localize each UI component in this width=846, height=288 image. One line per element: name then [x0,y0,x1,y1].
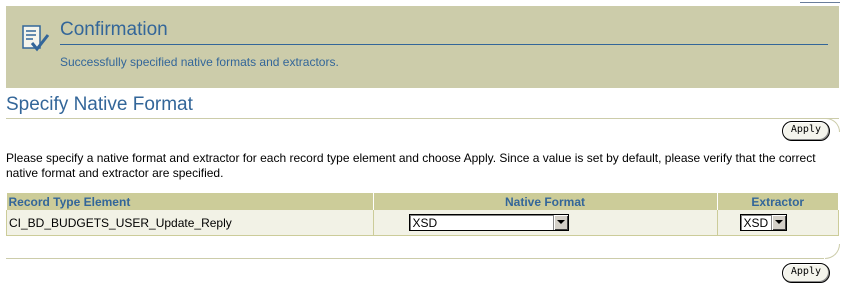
footer-divider-corner [825,244,840,259]
column-header-native-format: Native Format [373,193,718,210]
instructions-text: Please specify a native format and extra… [6,151,816,180]
table-row: CI_BD_BUDGETS_USER_Update_Reply XSD XSD [6,210,839,236]
apply-button-top[interactable]: Apply [781,121,830,141]
table-header-row: Record Type Element Native Format Extrac… [6,193,839,210]
apply-button-bottom[interactable]: Apply [781,263,830,283]
page-title: Specify Native Format [6,94,193,115]
section-divider [6,118,839,119]
top-link-underline [800,0,840,3]
confirmation-box: Confirmation Successfully specified nati… [6,6,839,88]
extractor-select-value: XSD [743,216,769,230]
chevron-down-icon[interactable] [552,215,568,230]
extractor-select[interactable]: XSD [739,214,787,231]
native-format-select-value: XSD [412,216,438,230]
record-type-table: Record Type Element Native Format Extrac… [6,193,839,236]
record-type-element-cell: CI_BD_BUDGETS_USER_Update_Reply [6,210,374,236]
confirmation-title: Confirmation [60,19,168,40]
column-header-record-type-element: Record Type Element [6,193,374,210]
chevron-down-icon[interactable] [770,215,786,230]
confirmation-divider [60,44,828,45]
extractor-cell: XSD [716,210,839,236]
confirmation-document-check-icon [20,24,50,54]
footer-divider [6,258,824,259]
confirmation-message: Successfully specified native formats an… [60,55,339,69]
native-format-select[interactable]: XSD [408,214,569,231]
native-format-cell: XSD [372,210,718,236]
column-header-extractor: Extractor [717,193,839,210]
